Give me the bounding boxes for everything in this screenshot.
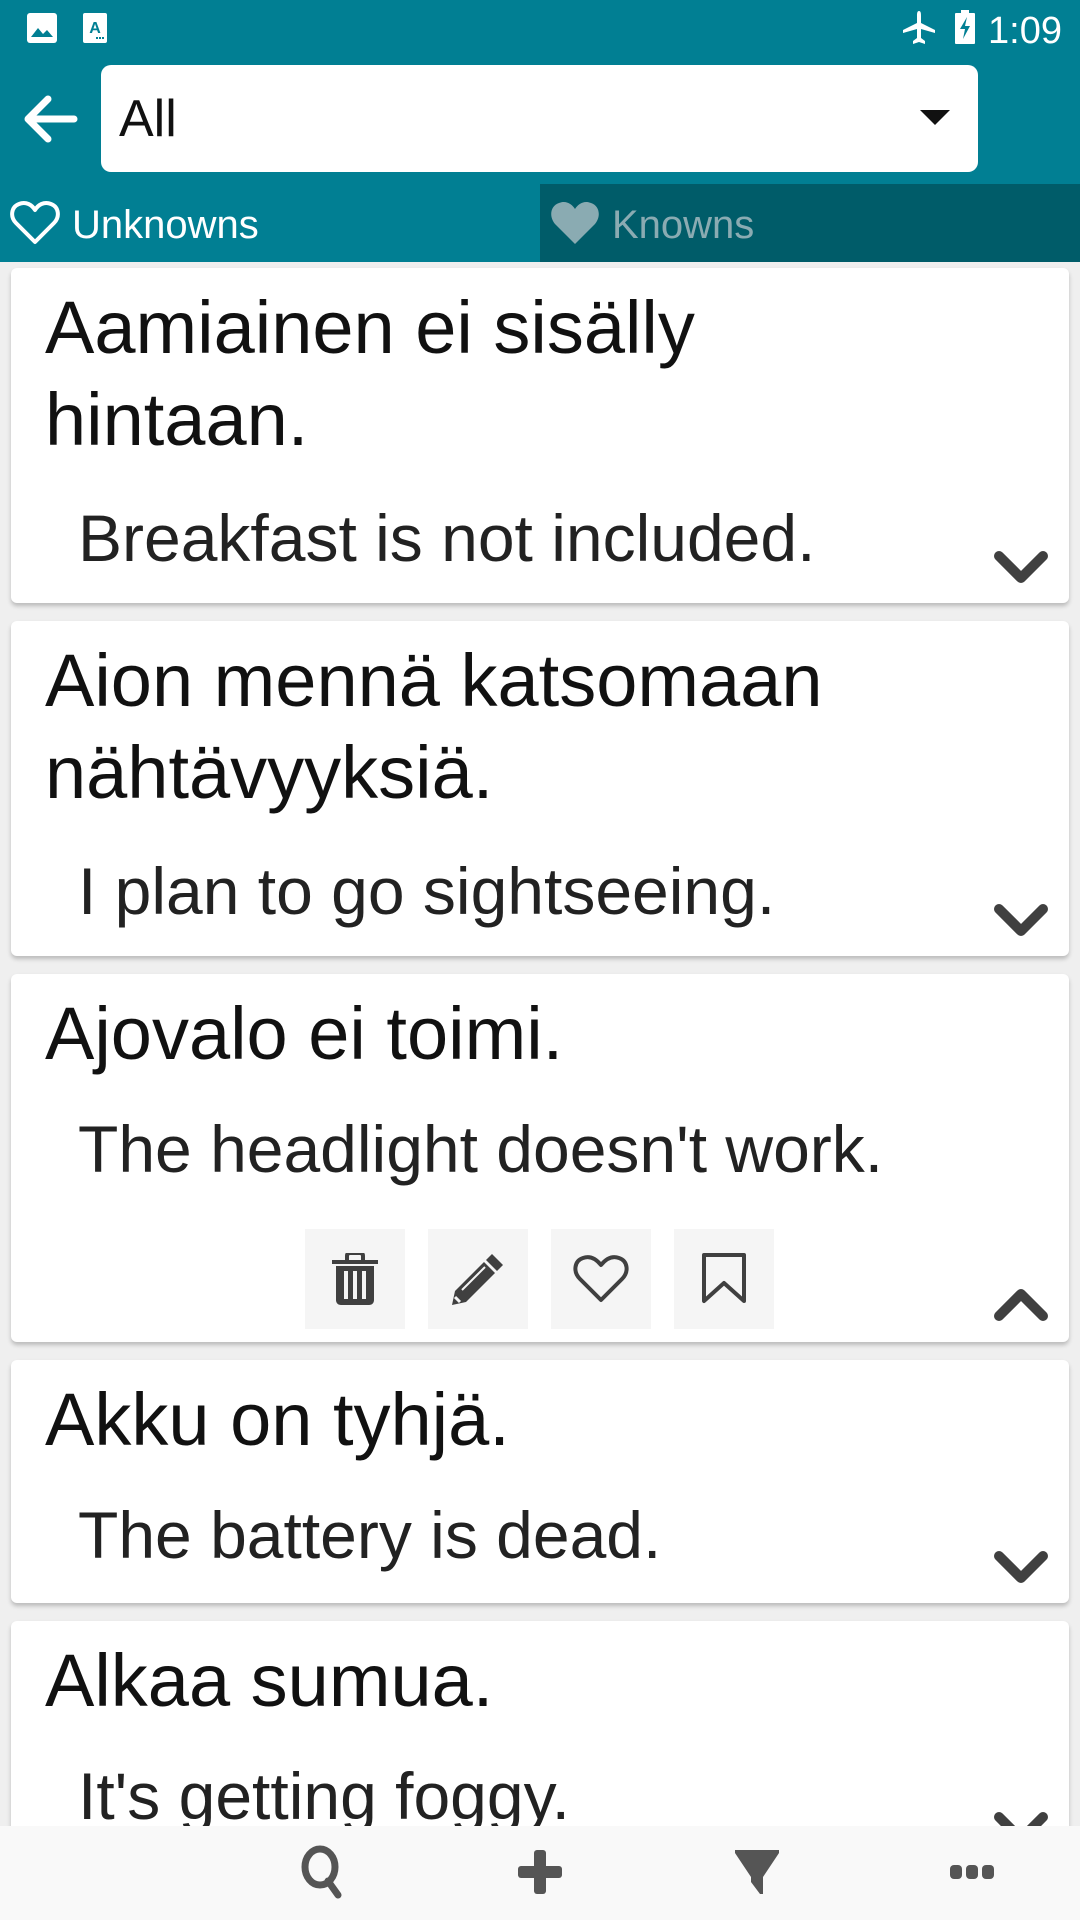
dropdown-selected-value: All <box>119 90 177 148</box>
phrase-finnish: Ajovalo ei toimi. <box>45 992 564 1075</box>
bookmark-icon <box>702 1253 746 1303</box>
trash-icon <box>332 1253 378 1305</box>
phrase-english: The headlight doesn't work. <box>78 1112 884 1186</box>
heart-outline-icon <box>10 200 60 244</box>
phrase-finnish: Akku on tyhjä. <box>45 1378 510 1461</box>
arrow-left-icon <box>24 95 78 143</box>
status-bar: A 1:09 <box>0 0 1080 65</box>
add-button[interactable] <box>510 1844 570 1900</box>
airplane-mode-icon <box>903 11 935 44</box>
edit-button[interactable] <box>428 1229 528 1329</box>
phrase-english: The battery is dead. <box>78 1498 662 1572</box>
chevron-down-icon[interactable] <box>993 901 1049 941</box>
font-app-icon: A <box>83 13 107 43</box>
phrase-english: It's getting foggy. <box>78 1759 571 1826</box>
tab-unknowns[interactable]: Unknowns <box>0 184 540 262</box>
svg-text:A: A <box>89 20 101 37</box>
chevron-down-icon[interactable] <box>993 1809 1049 1826</box>
bookmark-button[interactable] <box>674 1229 774 1329</box>
heart-outline-icon <box>573 1255 629 1302</box>
heart-filled-icon <box>551 201 599 244</box>
phrase-card[interactable]: Akku on tyhjä. The battery is dead. <box>11 1360 1069 1603</box>
filter-button[interactable] <box>727 1844 787 1900</box>
more-button[interactable] <box>942 1844 1002 1900</box>
more-icon <box>950 1865 994 1879</box>
chevron-down-icon[interactable] <box>993 1548 1049 1588</box>
phrase-card[interactable]: Alkaa sumua. It's getting foggy. <box>11 1621 1069 1826</box>
phrase-card[interactable]: Aion mennä katsomaan nähtävyyksiä. I pla… <box>11 621 1069 956</box>
gallery-icon <box>27 13 57 43</box>
phrase-list[interactable]: Aamiainen ei sisälly hintaan. Breakfast … <box>0 262 1080 1826</box>
phrase-actions <box>305 1229 774 1329</box>
tab-unknowns-label: Unknowns <box>72 203 259 247</box>
tab-knowns[interactable]: Knowns <box>540 184 1080 262</box>
battery-charging-icon <box>955 10 975 44</box>
delete-button[interactable] <box>305 1229 405 1329</box>
chevron-down-icon[interactable] <box>993 548 1049 588</box>
phrase-card[interactable]: Aamiainen ei sisälly hintaan. Breakfast … <box>11 268 1069 603</box>
phrase-english: I plan to go sightseeing. <box>78 854 776 928</box>
phrase-finnish: Aamiainen ei sisälly hintaan. <box>45 286 695 461</box>
phrase-finnish: Alkaa sumua. <box>45 1639 494 1722</box>
clock: 1:09 <box>988 10 1062 52</box>
bottom-action-bar <box>0 1826 1080 1920</box>
plus-icon <box>518 1850 562 1894</box>
phrase-card-expanded[interactable]: Ajovalo ei toimi. The headlight doesn't … <box>11 974 1069 1342</box>
search-button[interactable] <box>295 1844 355 1900</box>
back-button[interactable] <box>20 89 80 149</box>
phrase-finnish: Aion mennä katsomaan nähtävyyksiä. <box>45 639 823 814</box>
pencil-icon <box>452 1254 503 1305</box>
search-icon <box>301 1845 342 1899</box>
chevron-up-icon[interactable] <box>993 1284 1049 1324</box>
category-dropdown[interactable]: All <box>101 65 978 172</box>
toolbar: All <box>0 65 1080 185</box>
filter-icon <box>735 1850 779 1894</box>
phrase-english: Breakfast is not included. <box>78 501 816 575</box>
tab-knowns-label: Knowns <box>612 203 755 247</box>
caret-down-icon <box>920 110 950 125</box>
favorite-button[interactable] <box>551 1229 651 1329</box>
tab-bar: Unknowns Knowns <box>0 184 1080 262</box>
